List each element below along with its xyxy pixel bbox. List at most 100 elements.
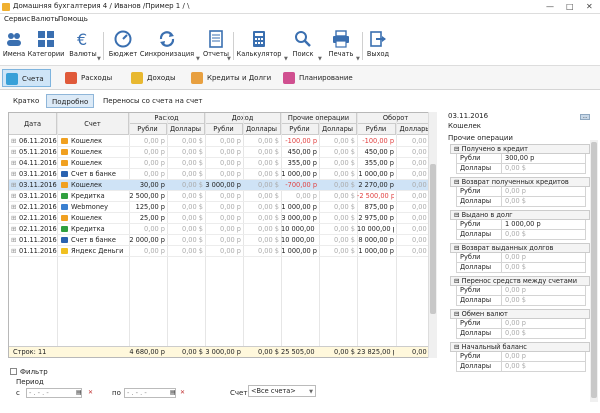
header-expense-usd[interactable]: Доллары bbox=[167, 124, 205, 135]
reports-dropdown-icon[interactable]: ▼ bbox=[227, 56, 231, 62]
tab-accounts[interactable]: Счета bbox=[2, 69, 51, 87]
expand-icon[interactable]: ⊞ bbox=[11, 169, 17, 180]
header-other-rub[interactable]: Рубли bbox=[281, 124, 319, 135]
search-button[interactable]: Поиск bbox=[290, 30, 316, 58]
maximize-icon[interactable]: □ bbox=[566, 2, 574, 11]
account-filter-select[interactable]: <Все счета> ▼ bbox=[248, 385, 316, 397]
print-dropdown-icon[interactable]: ▼ bbox=[356, 56, 360, 62]
details-group-header[interactable]: ⊟ Возврат выданных долгов bbox=[450, 243, 590, 253]
grid-scrollbar-thumb[interactable] bbox=[430, 164, 436, 314]
expand-icon[interactable]: ⊞ bbox=[11, 213, 17, 224]
details-scrollbar[interactable] bbox=[590, 140, 598, 402]
details-rub-value[interactable]: 0,00 р bbox=[502, 253, 586, 263]
table-row[interactable]: ⊞ 02.11.2016 Кошелек 25,00 р 0,00 $ 0,00 р 0,0… bbox=[9, 213, 435, 224]
details-usd-value[interactable]: 0,00 $ bbox=[502, 263, 586, 273]
close-icon[interactable]: ✕ bbox=[586, 2, 593, 11]
details-usd-value[interactable]: 0,00 $ bbox=[502, 296, 586, 306]
details-usd-value[interactable]: 0,00 $ bbox=[502, 362, 586, 372]
menu-currencies[interactable]: Валюты bbox=[31, 15, 60, 23]
details-rub-value[interactable]: 0,00 р bbox=[502, 187, 586, 197]
menu-service[interactable]: Сервис bbox=[4, 15, 30, 23]
tab-brief[interactable]: Кратко bbox=[8, 94, 44, 108]
table-row[interactable]: ⊞ 03.11.2016 Кошелек 30,00 р 0,00 $3 000,00 … bbox=[9, 180, 435, 191]
currencies-dropdown-icon[interactable]: ▼ bbox=[97, 56, 101, 62]
table-row[interactable]: ⊞ 06.11.2016 Кошелек 0,00 р 0,00 $ 0,00 р 0,00… bbox=[9, 136, 435, 147]
menu-help[interactable]: Помощь bbox=[58, 15, 88, 23]
tab-credits[interactable]: Кредиты и Долги bbox=[188, 69, 277, 87]
table-row[interactable]: ⊞ 05.11.2016 Кошелек 0,00 р 0,00 $ 0,00 р 0,00… bbox=[9, 147, 435, 158]
expand-icon[interactable]: ⊞ bbox=[11, 224, 17, 235]
details-rub-value[interactable]: 0,00 р bbox=[502, 286, 586, 296]
table-row[interactable]: ⊞ 01.11.2016 Счет в банке 2 000,00 р 0,00 $ 0… bbox=[9, 235, 435, 246]
sync-button[interactable]: Синхронизация bbox=[139, 30, 195, 58]
date-from-calendar-icon[interactable]: ▤ bbox=[76, 389, 82, 396]
table-row[interactable]: ⊞ 02.11.2016 Webmoney 125,00 р 0,00 $ 0,00 р 0… bbox=[9, 202, 435, 213]
expand-icon[interactable]: ⊞ bbox=[11, 180, 17, 191]
sync-dropdown-icon[interactable]: ▼ bbox=[196, 56, 200, 62]
date-from-clear-icon[interactable]: ✕ bbox=[88, 389, 93, 396]
search-dropdown-icon[interactable]: ▼ bbox=[318, 56, 322, 62]
exit-button[interactable]: Выход bbox=[365, 30, 391, 58]
details-rub-value[interactable]: 1 000,00 р bbox=[502, 220, 586, 230]
details-group-header[interactable]: ⊟ Начальный баланс bbox=[450, 342, 590, 352]
details-group-header[interactable]: ⊟ Возврат полученных кредитов bbox=[450, 177, 590, 187]
categories-button[interactable]: Категории bbox=[27, 30, 65, 58]
minimize-icon[interactable]: — bbox=[546, 2, 554, 11]
names-button[interactable]: Имена bbox=[2, 30, 26, 58]
header-account[interactable]: Счет bbox=[57, 113, 129, 135]
expand-icon[interactable]: ⊞ bbox=[11, 158, 17, 169]
expand-icon[interactable]: ⊞ bbox=[11, 191, 17, 202]
details-group-header[interactable]: ⊟ Перенос средств между счетами bbox=[450, 276, 590, 286]
header-other-usd[interactable]: Доллары bbox=[319, 124, 357, 135]
table-row[interactable]: ⊞ 04.11.2016 Кошелек 0,00 р 0,00 $ 0,00 р 0,00… bbox=[9, 158, 435, 169]
tab-income[interactable]: Доходы bbox=[128, 69, 182, 87]
details-usd-value[interactable]: 0,00 $ bbox=[502, 197, 586, 207]
collapse-icon[interactable]: ⊟ bbox=[454, 343, 462, 351]
more-icon[interactable]: … bbox=[580, 114, 590, 120]
tab-transfers[interactable]: Переносы со счета на счет bbox=[98, 94, 207, 108]
date-from-field[interactable]: - . - . - bbox=[26, 388, 82, 398]
expand-icon[interactable]: ⊞ bbox=[11, 147, 17, 158]
grid-scrollbar[interactable] bbox=[428, 112, 437, 358]
date-to-clear-icon[interactable]: ✕ bbox=[180, 389, 185, 396]
budget-button[interactable]: Бюджет bbox=[106, 30, 140, 58]
header-income-rub[interactable]: Рубли bbox=[205, 124, 243, 135]
collapse-icon[interactable]: ⊟ bbox=[454, 178, 462, 186]
details-usd-value[interactable]: 0,00 $ bbox=[502, 230, 586, 240]
tab-expenses[interactable]: Расходы bbox=[62, 69, 118, 87]
calculator-button[interactable]: Калькулятор bbox=[236, 30, 282, 58]
details-group-header[interactable]: ⊟ Обмен валют bbox=[450, 309, 590, 319]
print-button[interactable]: Печать bbox=[327, 30, 355, 58]
header-date[interactable]: Дата bbox=[9, 113, 57, 135]
collapse-icon[interactable]: ⊟ bbox=[454, 244, 462, 252]
filter-checkbox[interactable] bbox=[10, 368, 17, 375]
header-income-usd[interactable]: Доллары bbox=[243, 124, 281, 135]
table-row[interactable]: ⊞ 03.11.2016 Кредитка 2 500,00 р 0,00 $ 0,00 … bbox=[9, 191, 435, 202]
header-turnover-rub[interactable]: Рубли bbox=[357, 124, 396, 135]
collapse-icon[interactable]: ⊟ bbox=[454, 211, 462, 219]
date-to-calendar-icon[interactable]: ▤ bbox=[170, 389, 176, 396]
details-group-header[interactable]: ⊟ Выдано в долг bbox=[450, 210, 590, 220]
expand-icon[interactable]: ⊞ bbox=[11, 246, 17, 257]
date-to-field[interactable]: - . - . - bbox=[124, 388, 176, 398]
details-usd-value[interactable]: 0,00 $ bbox=[502, 329, 586, 339]
table-row[interactable]: ⊞ 03.11.2016 Счет в банке 0,00 р 0,00 $ 0,00 … bbox=[9, 169, 435, 180]
table-row[interactable]: ⊞ 02.11.2016 Кредитка 0,00 р 0,00 $ 0,00 р 0,0… bbox=[9, 224, 435, 235]
expand-icon[interactable]: ⊞ bbox=[11, 136, 17, 147]
details-rub-value[interactable]: 300,00 р bbox=[502, 154, 586, 164]
reports-button[interactable]: Отчеты bbox=[202, 30, 230, 58]
details-usd-value[interactable]: 0,00 $ bbox=[502, 164, 586, 174]
expand-icon[interactable]: ⊞ bbox=[11, 235, 17, 246]
details-scrollbar-thumb[interactable] bbox=[591, 142, 597, 398]
table-row[interactable]: ⊞ 01.11.2016 Яндекс Деньги 0,00 р 0,00 $ 0,00… bbox=[9, 246, 435, 257]
currencies-button[interactable]: € Валюты bbox=[66, 30, 100, 58]
tab-detailed[interactable]: Подробно bbox=[46, 94, 95, 108]
details-group-header[interactable]: ⊟ Получено в кредит bbox=[450, 144, 590, 154]
calculator-dropdown-icon[interactable]: ▼ bbox=[284, 56, 288, 62]
tab-planning[interactable]: Планирование bbox=[280, 69, 359, 87]
collapse-icon[interactable]: ⊟ bbox=[454, 145, 462, 153]
header-expense-rub[interactable]: Рубли bbox=[129, 124, 167, 135]
collapse-icon[interactable]: ⊟ bbox=[454, 310, 462, 318]
expand-icon[interactable]: ⊞ bbox=[11, 202, 17, 213]
details-rub-value[interactable]: 0,00 р bbox=[502, 352, 586, 362]
